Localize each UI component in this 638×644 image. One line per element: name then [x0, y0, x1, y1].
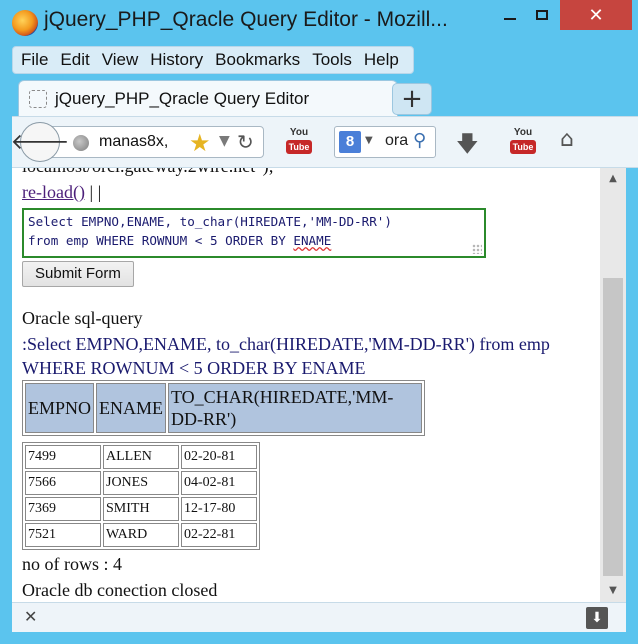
scroll-down-arrow-icon[interactable]: ▼: [600, 580, 626, 600]
cell-ename: WARD: [103, 523, 179, 547]
page-content: localhost/orcl.gateway.2wire.net"); re-l…: [12, 168, 600, 602]
minimize-icon: [504, 18, 516, 20]
search-input[interactable]: ora: [385, 132, 408, 150]
cell-empno: 7566: [25, 471, 101, 495]
maximize-button[interactable]: [528, 0, 556, 30]
scroll-thumb[interactable]: [603, 278, 623, 576]
cell-ename: SMITH: [103, 497, 179, 521]
page-favicon-icon: [29, 89, 47, 108]
globe-icon: [73, 135, 89, 151]
menu-history[interactable]: History: [146, 50, 211, 70]
cell-ename: ALLEN: [103, 445, 179, 469]
menu-bookmarks[interactable]: Bookmarks: [211, 50, 308, 70]
downloads-icon[interactable]: ⬇: [586, 607, 608, 629]
firefox-icon: [12, 10, 38, 36]
connection-closed-text: Oracle db conection closed: [22, 580, 218, 600]
download-arrow-icon[interactable]: 🡇: [456, 127, 479, 165]
header-ename: ENAME: [96, 383, 167, 433]
table-row: 7499 ALLEN 02-20-81: [25, 445, 257, 469]
url-text: manas8x,: [99, 133, 169, 150]
new-tab-button[interactable]: +: [392, 83, 432, 115]
table-row: 7369 SMITH 12-17-80: [25, 497, 257, 521]
youtube-download-icon[interactable]: You Tube: [284, 127, 314, 157]
menu-edit[interactable]: Edit: [56, 50, 97, 70]
home-icon[interactable]: ⌂: [560, 127, 574, 152]
youtube-label-top: You: [513, 127, 533, 138]
close-addon-bar-icon[interactable]: ✕: [24, 607, 37, 626]
title-bar: jQuery_PHP_Qracle Query Editor - Mozill.…: [0, 0, 638, 46]
search-box[interactable]: 8 ▼ ora ⚲: [334, 126, 436, 158]
youtube-label-bottom: Tube: [286, 140, 312, 154]
oracle-query-label: Oracle sql-query: [22, 308, 143, 328]
addon-bar: ✕ ⬇: [12, 602, 626, 632]
header-empno: EMPNO: [25, 383, 95, 433]
menu-help[interactable]: Help: [360, 50, 407, 70]
sql-line-2: from emp WHERE ROWNUM < 5 ORDER BY: [28, 233, 294, 248]
table-row: 7521 WARD 02-22-81: [25, 523, 257, 547]
url-dropdown-icon[interactable]: ▼: [219, 133, 230, 149]
vertical-scrollbar[interactable]: ▲ ▼: [600, 168, 626, 602]
maximize-icon: [536, 10, 548, 20]
tab-strip: jQuery_PHP_Qracle Query Editor +: [12, 80, 638, 116]
youtube-label-bottom: Tube: [510, 140, 536, 154]
tab-query-editor[interactable]: jQuery_PHP_Qracle Query Editor: [18, 80, 398, 116]
close-button[interactable]: ✕: [560, 0, 632, 30]
result-header-table: EMPNO ENAME TO_CHAR(HIREDATE,'MM-DD-RR'): [22, 380, 426, 436]
back-arrow-icon: 🡐: [10, 130, 70, 155]
menu-file[interactable]: File: [17, 50, 56, 70]
cell-hiredate: 02-22-81: [181, 523, 257, 547]
cell-empno: 7499: [25, 445, 101, 469]
result-data-table: 7499 ALLEN 02-20-81 7566 JONES 04-02-81 …: [22, 442, 260, 550]
url-bar[interactable]: manas8x, ★ ▼ ↻: [50, 126, 264, 158]
menu-tools[interactable]: Tools: [308, 50, 360, 70]
cut-off-text: localhost/orcl.gateway.2wire.net");: [22, 168, 274, 177]
cell-hiredate: 04-02-81: [181, 471, 257, 495]
search-engine-dropdown-icon[interactable]: ▼: [365, 135, 373, 146]
scroll-up-arrow-icon[interactable]: ▲: [600, 168, 626, 188]
reload-line: re-load() | |: [22, 182, 101, 203]
reload-separator: | |: [84, 182, 102, 202]
submit-form-button[interactable]: Submit Form: [22, 261, 134, 287]
star-icon[interactable]: ★: [189, 129, 211, 157]
sql-misspelled-word: ENAME: [293, 233, 332, 248]
sql-line-1: Select EMPNO,ENAME, to_char(HIREDATE,'MM…: [28, 214, 392, 229]
cell-empno: 7369: [25, 497, 101, 521]
search-engine-icon[interactable]: 8: [339, 131, 361, 153]
menu-view[interactable]: View: [98, 50, 147, 70]
magnifier-icon[interactable]: ⚲: [413, 130, 426, 151]
cell-hiredate: 12-17-80: [181, 497, 257, 521]
youtube-icon[interactable]: You Tube: [508, 127, 538, 157]
window-title: jQuery_PHP_Qracle Query Editor - Mozill.…: [44, 8, 448, 31]
sql-query-textarea[interactable]: Select EMPNO,ENAME, to_char(HIREDATE,'MM…: [22, 208, 486, 258]
query-echo: :Select EMPNO,ENAME, to_char(HIREDATE,'M…: [22, 334, 550, 378]
cell-ename: JONES: [103, 471, 179, 495]
tab-title: jQuery_PHP_Qracle Query Editor: [55, 88, 310, 108]
reload-link[interactable]: re-load(): [22, 182, 85, 202]
navigation-toolbar: manas8x, ★ ▼ ↻ 🡐 You Tube 8 ▼ ora ⚲ 🡇 Yo…: [11, 116, 638, 168]
youtube-label-top: You: [289, 127, 309, 138]
cell-hiredate: 02-20-81: [181, 445, 257, 469]
row-count-text: no of rows : 4: [22, 554, 122, 574]
menu-bar: File Edit View History Bookmarks Tools H…: [12, 46, 414, 74]
resize-grip-icon[interactable]: [472, 244, 482, 254]
cell-empno: 7521: [25, 523, 101, 547]
table-row: 7566 JONES 04-02-81: [25, 471, 257, 495]
reload-icon[interactable]: ↻: [237, 130, 254, 154]
back-button[interactable]: 🡐: [11, 122, 70, 162]
minimize-button[interactable]: [496, 0, 524, 30]
header-hiredate: TO_CHAR(HIREDATE,'MM-DD-RR'): [168, 383, 423, 433]
